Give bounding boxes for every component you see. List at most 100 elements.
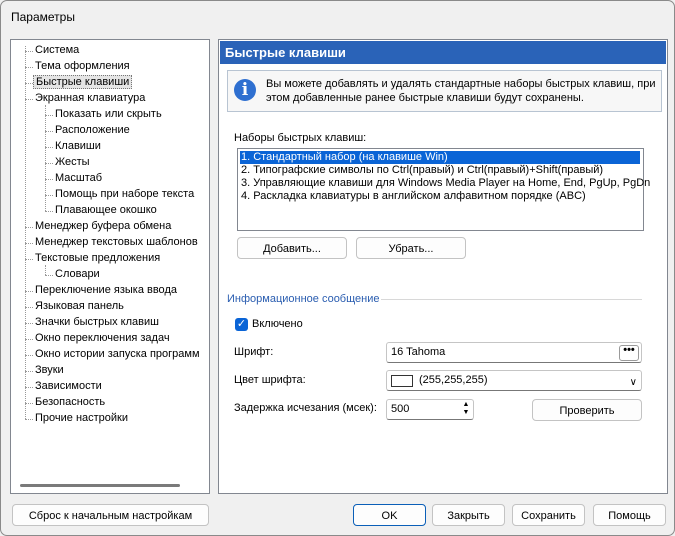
tree-item[interactable]: Менеджер буфера обмена [33,219,173,234]
color-value: (255,255,255) [419,374,488,386]
tree-item-label: Показать или скрыть [55,108,162,120]
tree-connector [25,419,33,420]
enabled-checkbox[interactable]: ✓ [235,318,248,331]
help-button[interactable]: Помощь [593,504,666,526]
tree-connector [45,179,53,180]
tree-item[interactable]: Показать или скрыть [53,107,164,122]
close-button[interactable]: Закрыть [432,504,505,526]
chevron-down-icon: ∨ [629,377,637,388]
tree-item[interactable]: Расположение [53,123,132,138]
tree-item[interactable]: Масштаб [53,171,104,186]
tree-item-label: Текстовые предложения [35,252,161,264]
tree-connector [25,67,33,68]
color-label: Цвет шрифта: [234,374,306,386]
font-picker-button[interactable]: ••• [619,345,639,361]
tree-connector [25,259,33,260]
tree-item[interactable]: Зависимости [33,379,104,394]
spin-down-icon[interactable]: ▼ [460,409,472,417]
test-button[interactable]: Проверить [532,399,642,421]
spin-up-icon[interactable]: ▲ [460,401,472,409]
shortcut-sets-list[interactable]: 1. Стандартный набор (на клавише Win) 2. … [237,148,650,231]
tree-item[interactable]: Система [33,43,81,58]
tree-item-label: Звуки [35,364,64,376]
spin-buttons[interactable]: ▲ ▼ [460,401,472,418]
shortcut-set-item[interactable]: 2. Типографские символы по Ctrl(правый) … [240,164,640,177]
tree-item[interactable]: Языковая панель [33,299,126,314]
tree-item-label: Окно истории запуска программ [35,348,200,360]
font-label: Шрифт: [234,346,274,358]
tree-scrollbar[interactable] [20,484,180,487]
delay-label: Задержка исчезания (мсек): [234,402,377,414]
tree-connector [25,51,33,52]
save-button[interactable]: Сохранить [512,504,585,526]
delay-spinbox[interactable]: 500 ▲ ▼ [386,399,474,420]
tree-item[interactable]: Окно переключения задач [33,331,172,346]
tree-item[interactable]: Переключение языка ввода [33,283,179,298]
settings-window: Параметры Система Тема оформления Быстрые … [0,0,675,536]
info-box: i Вы можете добавлять и удалять стандарт… [227,70,662,112]
tree-item[interactable]: Прочие настройки [33,411,130,426]
tree-item[interactable]: Словари [53,267,102,282]
tree-connector [45,163,53,164]
tree-item-label: Окно переключения задач [35,332,170,344]
tree-connector [25,83,33,84]
tree-item[interactable]: Безопасность [33,395,107,410]
tree-item-label: Быстрые клавиши [33,75,133,89]
tree-item[interactable]: Помощь при наборе текста [53,187,196,202]
tree-item[interactable]: Значки быстрых клавиш [33,315,161,330]
tree-connector [25,243,33,244]
tree-item-label: Плавающее окошко [55,204,157,216]
tree-item-label: Клавиши [55,140,101,152]
tree-item[interactable]: Плавающее окошко [53,203,159,218]
tree-connector [25,403,33,404]
tree-connector [25,227,33,228]
tree-item[interactable]: Клавиши [53,139,103,154]
font-field[interactable]: 16 Tahoma ••• [386,342,642,363]
reset-button[interactable]: Сброс к начальным настройкам [12,504,209,526]
remove-button[interactable]: Убрать... [356,237,466,259]
tree-connector [25,371,33,372]
color-dropdown[interactable]: (255,255,255) ∨ [386,370,642,391]
tree-item-label: Зависимости [35,380,102,392]
panel-header: Быстрые клавиши [220,41,666,64]
tree-item-label: Безопасность [35,396,106,408]
tree-connector [25,355,33,356]
group-divider [381,299,642,300]
shortcut-set-item[interactable]: 1. Стандартный набор (на клавише Win) [240,151,640,164]
window-title: Параметры [11,10,75,24]
tree-connector [45,131,53,132]
tree-item-label: Прочие настройки [35,412,129,424]
delay-value: 500 [391,403,410,415]
tree-item[interactable]: Тема оформления [33,59,132,74]
shortcut-set-item[interactable]: 3. Управляющие клавиши для Windows Media… [240,177,650,190]
tree-connector [25,387,33,388]
tree-item-label: Масштаб [55,172,103,184]
tree-item[interactable]: Звуки [33,363,66,378]
ok-button[interactable]: OK [353,504,426,526]
info-text: Вы можете добавлять и удалять стандартны… [266,78,656,104]
tree-connector [45,105,46,211]
sets-label: Наборы быстрых клавиш: [234,132,367,144]
tree-connector [25,323,33,324]
tree-connector [45,211,53,212]
tree-item[interactable]: Менеджер текстовых шаблонов [33,235,200,250]
tree-connector [25,291,33,292]
color-swatch [391,375,413,387]
settings-tree[interactable]: Система Тема оформления Быстрые клавиши Экр… [10,39,210,494]
tree-item[interactable]: Быстрые клавиши [33,75,133,90]
info-icon: i [234,79,256,101]
info-group-label: Информационное сообщение [227,293,380,305]
tree-item-label: Тема оформления [35,60,130,72]
shortcut-set-item[interactable]: 4. Раскладка клавиатуры в английском алф… [240,190,640,203]
tree-item-label: Значки быстрых клавиш [35,316,159,328]
tree-item[interactable]: Текстовые предложения [33,251,162,266]
tree-item-label: Словари [55,268,100,280]
tree-item[interactable]: Экранная клавиатура [33,91,147,106]
tree-connector [45,275,53,276]
tree-connector [25,46,26,419]
tree-item[interactable]: Жесты [53,155,92,170]
add-button[interactable]: Добавить... [237,237,347,259]
tree-item[interactable]: Окно истории запуска программ [33,347,202,362]
tree-item-label: Жесты [55,156,90,168]
tree-connector [45,147,53,148]
